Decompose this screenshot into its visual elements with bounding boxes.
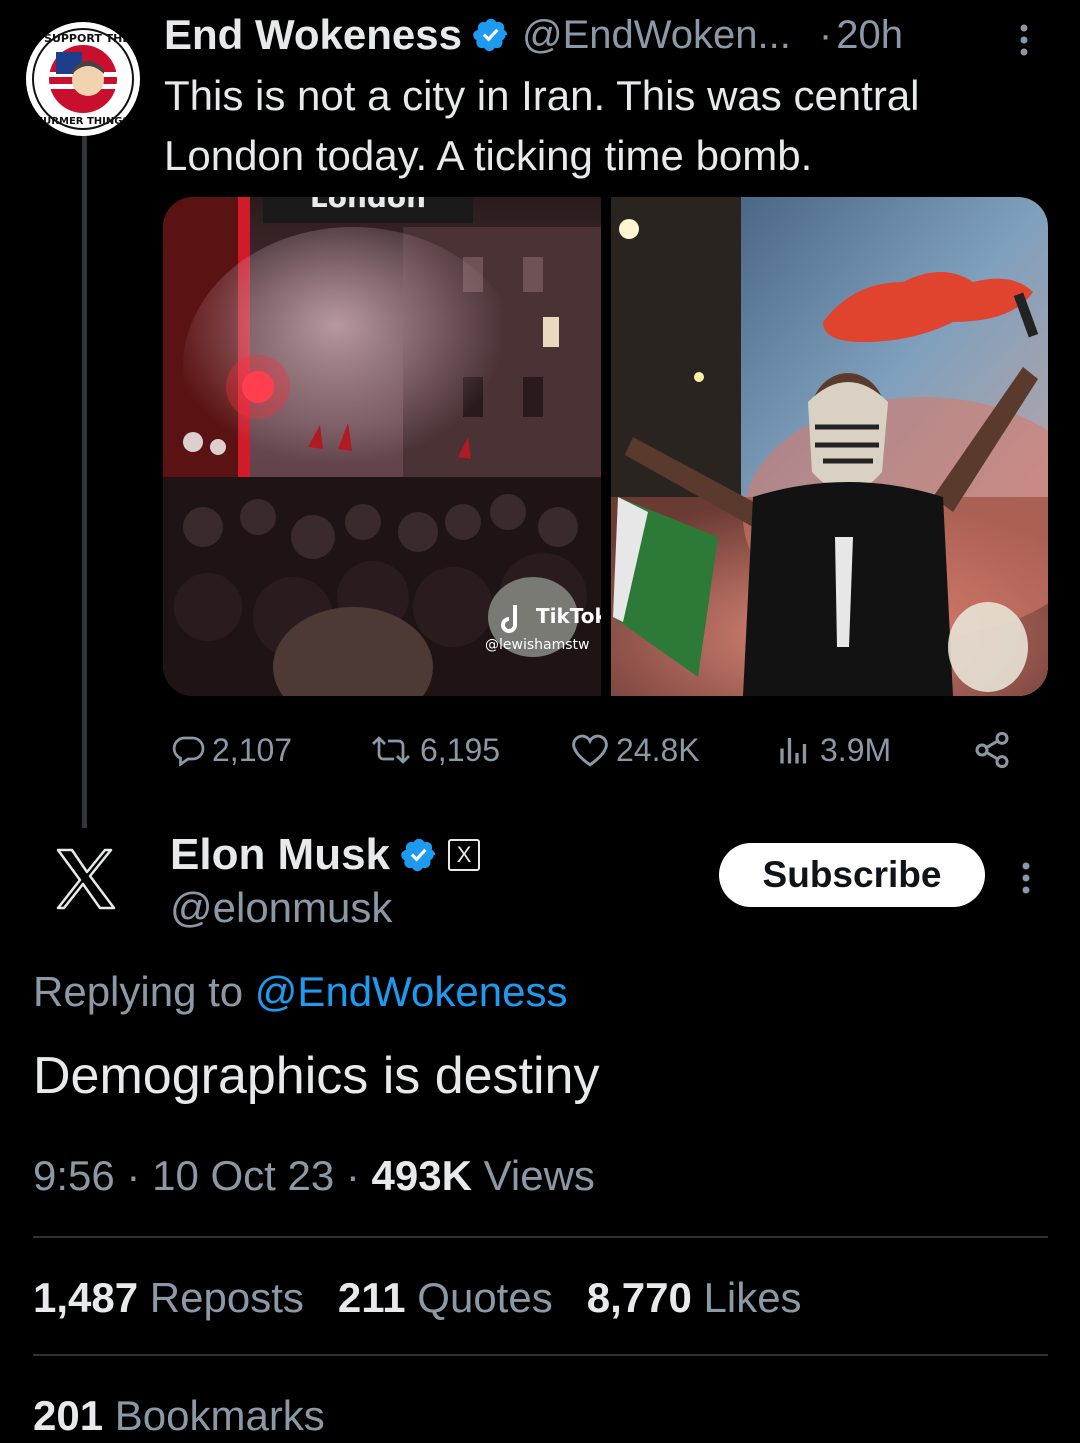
verified-badge-icon[interactable] (472, 16, 510, 54)
replying-prefix: Replying to (33, 968, 244, 1015)
repost-icon (372, 736, 410, 764)
views-chart-icon (780, 738, 807, 764)
reposts-stat[interactable]: 1,487 Reposts (33, 1274, 304, 1322)
subscribe-button[interactable]: Subscribe (719, 843, 985, 907)
post1-header: End Wokeness @EndWoken... · 20h (164, 10, 903, 60)
avatar-text-bottom: FURMER THINGS (36, 116, 129, 127)
author-name[interactable]: Elon Musk (170, 830, 390, 880)
repost-count: 6,195 (420, 731, 501, 768)
post-text: This is not a city in Iran. This was cen… (164, 72, 920, 179)
reposts-label: Reposts (149, 1274, 304, 1321)
thread-line (82, 128, 87, 828)
media-image-left[interactable]: London TikTok @lewishamstw (163, 197, 609, 696)
engagement-stats: 1,487 Reposts 211 Quotes 8,770 Likes (33, 1274, 836, 1322)
share-icon (975, 731, 1009, 769)
quotes-label: Quotes (417, 1274, 553, 1321)
post-date[interactable]: 10 Oct 23 (152, 1152, 334, 1199)
post-time[interactable]: 20h (836, 13, 903, 58)
verified-badge-icon[interactable] (400, 836, 438, 874)
separator-dot: · (345, 1152, 360, 1199)
more-options-icon[interactable] (1016, 856, 1036, 900)
x-logo-icon[interactable] (54, 848, 118, 910)
avatar[interactable]: I SUPPORT THE FURMER THINGS (26, 22, 140, 136)
views-count: 493K (371, 1152, 472, 1199)
post-meta: 9:56 · 10 Oct 23 · 493K Views (33, 1152, 595, 1200)
divider (33, 1354, 1048, 1356)
heart-icon (572, 734, 608, 767)
likes-stat[interactable]: 8,770 Likes (587, 1274, 802, 1322)
affiliate-badge[interactable]: X (448, 839, 481, 871)
bookmarks-count: 201 (33, 1392, 104, 1439)
avatar-text-top: I SUPPORT THE (36, 32, 130, 45)
likes-label: Likes (703, 1274, 802, 1321)
share-action[interactable] (972, 728, 1018, 772)
likes-count: 8,770 (586, 1274, 692, 1321)
replying-to: Replying to @EndWokeness (33, 968, 567, 1016)
post-time[interactable]: 9:56 (33, 1152, 115, 1199)
post-media[interactable]: London TikTok @lewishamstw (163, 197, 1048, 696)
author-handle[interactable]: @EndWoken... (522, 13, 791, 58)
views-count: 3.9M (820, 731, 892, 768)
tiktok-watermark-brand: TikTok (536, 604, 609, 628)
like-action[interactable]: 24.8K (570, 728, 700, 772)
quotes-stat[interactable]: 211 Quotes (338, 1274, 553, 1322)
author-name[interactable]: End Wokeness (164, 11, 462, 59)
views-label: Views (483, 1152, 595, 1199)
reply-count: 2,107 (212, 731, 293, 768)
reply-action[interactable]: 2,107 (170, 728, 292, 772)
separator-dot: · (818, 12, 833, 57)
repost-action[interactable]: 6,195 (368, 728, 500, 772)
street-sign-text: London (310, 197, 426, 214)
post-text: Demographics is destiny (33, 1047, 600, 1105)
quotes-count: 211 (337, 1274, 406, 1321)
media-image-right[interactable] (611, 197, 1048, 696)
bookmarks-stat[interactable]: 201 Bookmarks (33, 1392, 325, 1440)
reply-icon (172, 736, 205, 767)
post2-author: Elon Musk X (170, 828, 481, 882)
separator-dot: · (126, 1152, 141, 1199)
avatar-image: I SUPPORT THE FURMER THINGS (28, 24, 138, 134)
tiktok-watermark-user: @lewishamstw (485, 637, 589, 653)
views-action[interactable]: 3.9M (774, 728, 891, 772)
author-handle[interactable]: @elonmusk (170, 884, 392, 932)
like-count: 24.8K (616, 731, 700, 768)
divider (33, 1236, 1048, 1238)
replying-to-link[interactable]: @EndWokeness (255, 968, 568, 1015)
bookmarks-label: Bookmarks (114, 1392, 325, 1439)
more-options-icon[interactable] (1014, 18, 1034, 62)
reposts-count: 1,487 (33, 1274, 139, 1321)
